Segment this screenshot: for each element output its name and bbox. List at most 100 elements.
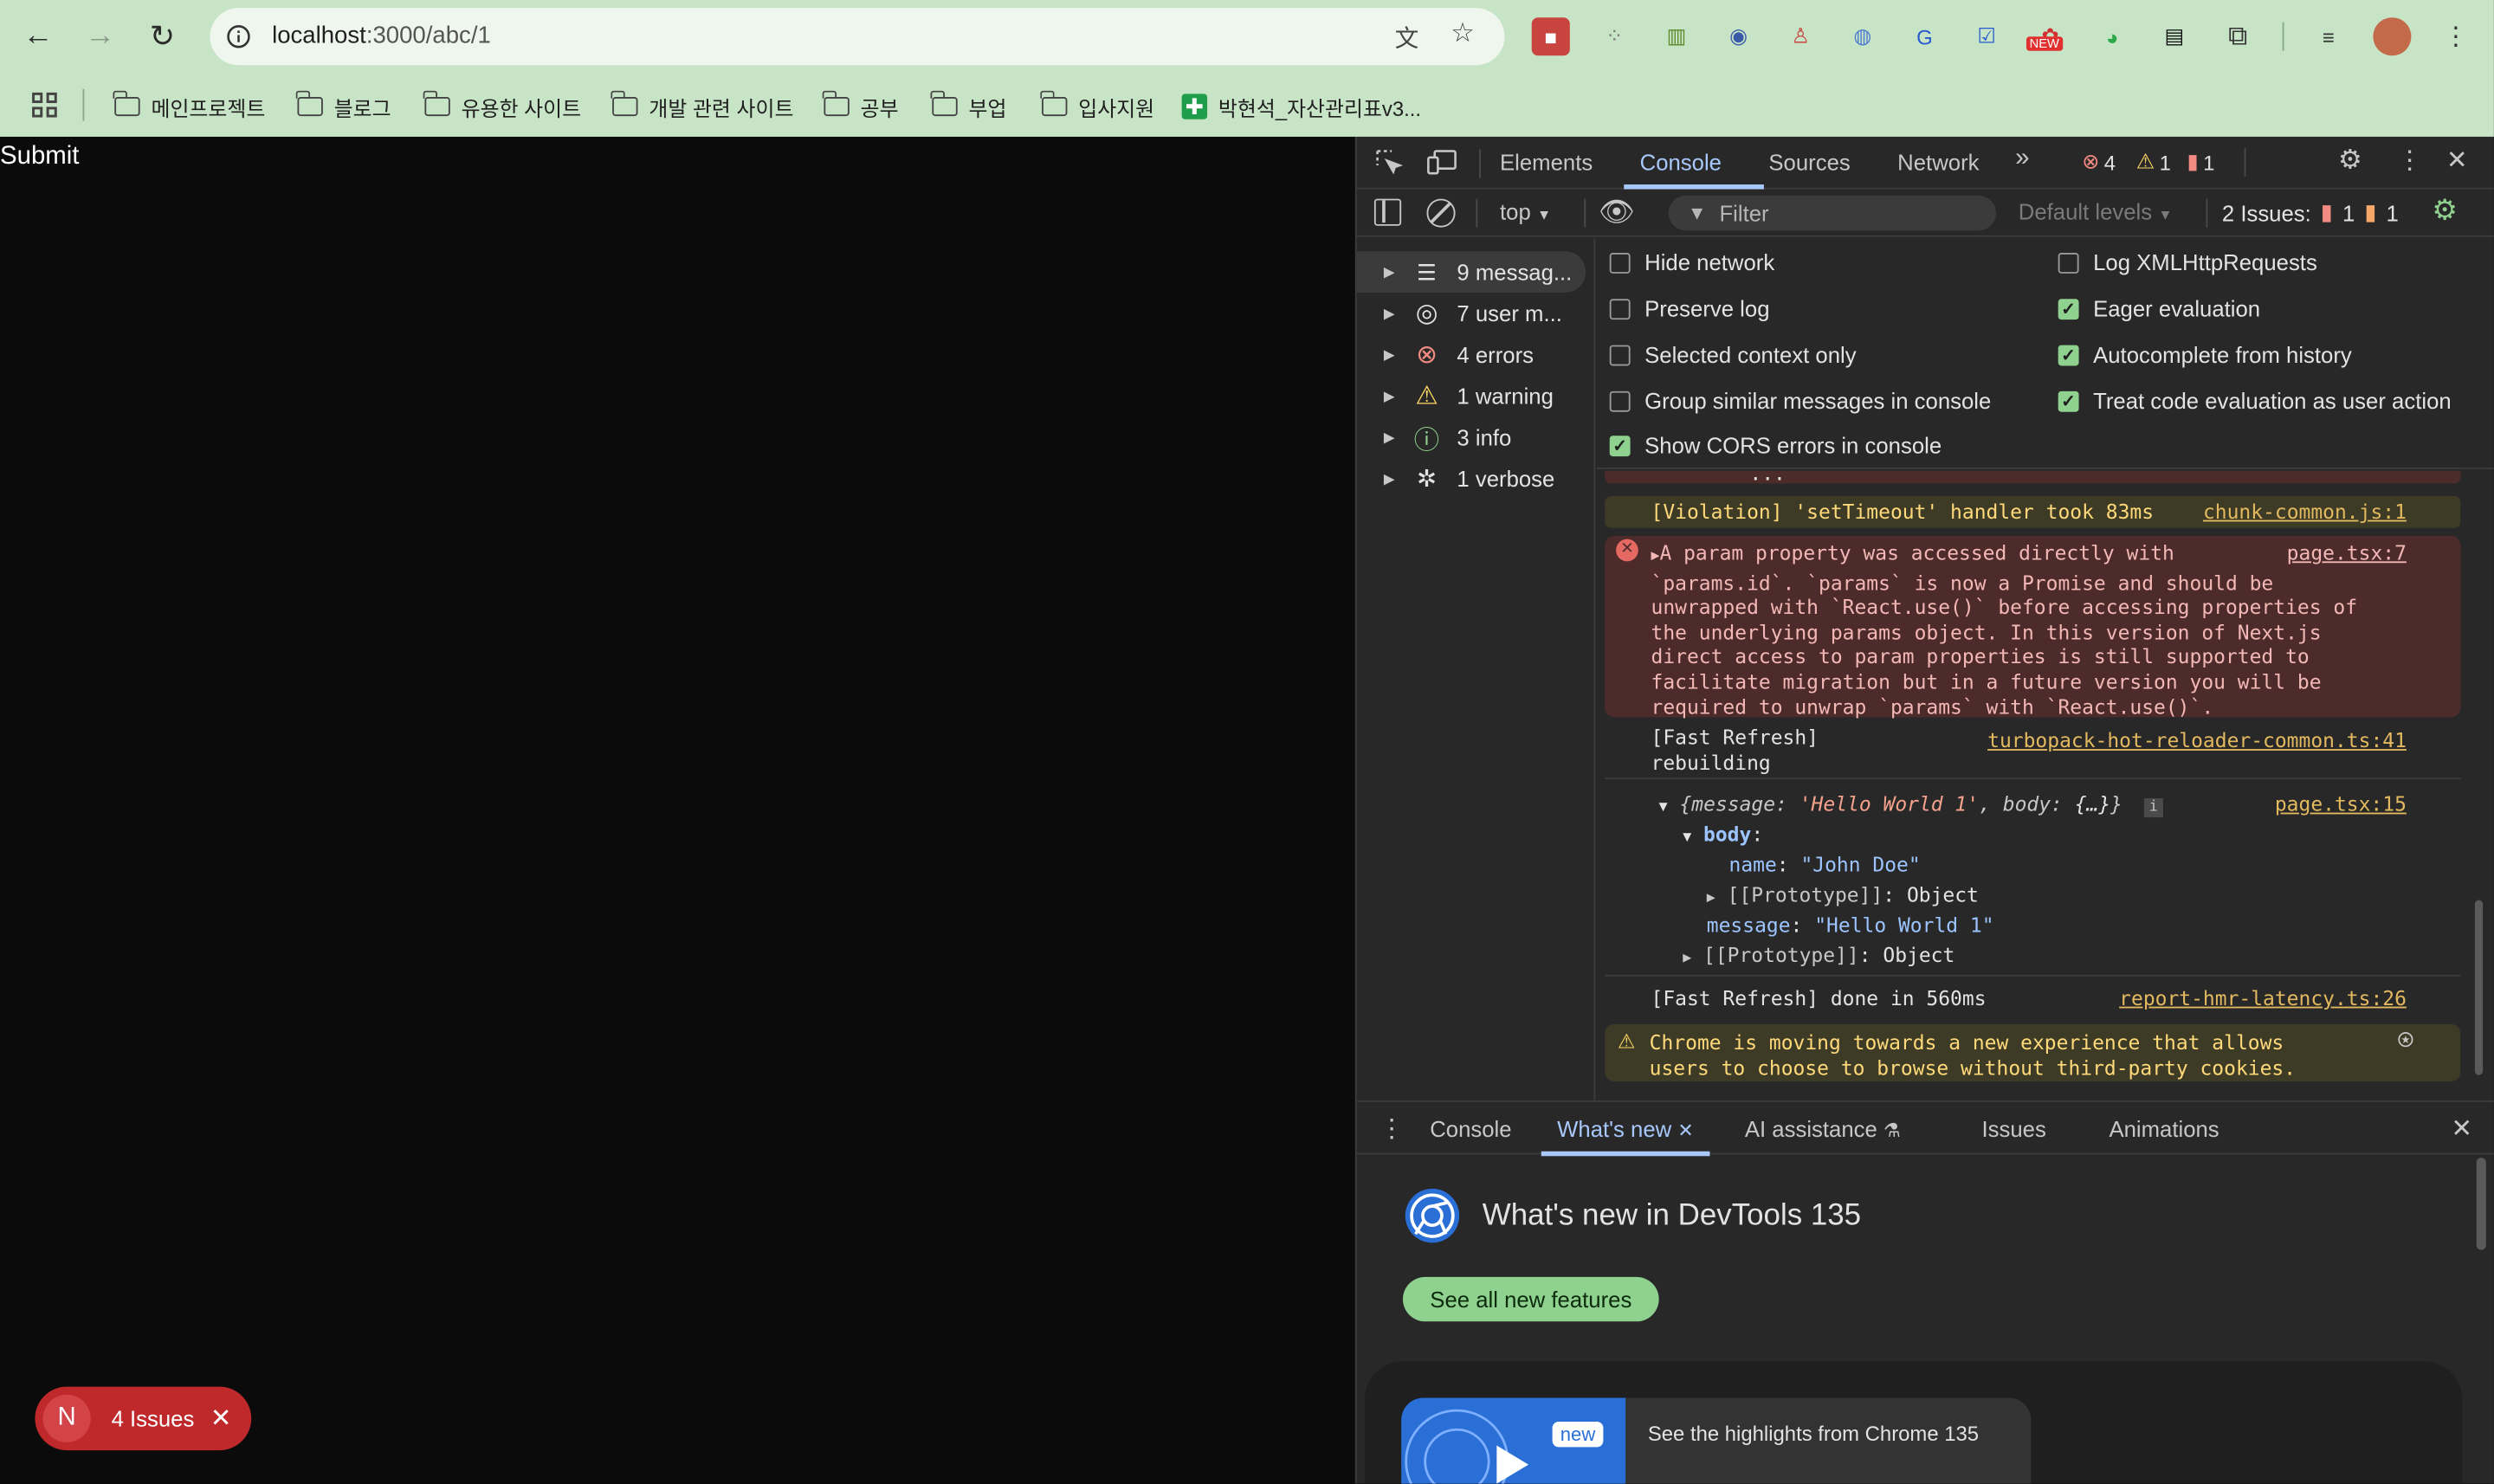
translate-icon[interactable]: 文 [1395,21,1419,55]
drawer-tab-whats-new[interactable]: What's new ✕ [1557,1116,1694,1141]
checkbox[interactable] [1609,390,1631,411]
bookmark-folder[interactable]: 메인프로젝트 [113,89,265,124]
bookmark-star-icon[interactable]: ☆ [1451,17,1475,49]
extension-icon[interactable]: ◍ [1844,17,1882,55]
tab-console[interactable]: Console [1640,150,1722,175]
translate-extension-icon[interactable]: G [1905,17,1943,55]
bookmark-folder[interactable]: 개발 관련 사이트 [611,89,793,124]
chrome-menu-icon[interactable]: ⋮ [2437,17,2475,55]
checkbox-checked[interactable]: ✓ [2058,390,2079,411]
log-levels-dropdown[interactable]: Default levels ▼ [2019,199,2173,224]
collapse-arrow-icon[interactable]: ▼ [1683,830,1691,846]
source-link[interactable]: turbopack-hot-reloader-common.ts:41 [1987,728,2407,753]
sidebar-item-user-messages[interactable]: ▶ ◎ 7 user m... [1357,293,1596,334]
expand-arrow-icon[interactable]: ▶ [1384,305,1397,322]
close-icon[interactable]: ✕ [210,1403,232,1435]
sidebar-item-info[interactable]: ▶ ⓘ 3 info [1357,416,1596,458]
source-link[interactable]: chunk-common.js:1 [2203,500,2407,524]
expand-arrow-icon[interactable]: ▶ [1384,345,1397,363]
drawer-tab-console[interactable]: Console [1430,1116,1511,1141]
issues-counter[interactable]: 2 Issues: ▮ 1 ▮ 1 [2222,199,2399,226]
bookmark-link[interactable]: ✚ 박현석_자산관리표v3... [1181,89,1421,124]
extensions-puzzle-icon[interactable]: ⧉ [2219,17,2257,55]
extension-icon[interactable]: ▤ [2155,17,2194,55]
see-all-features-button[interactable]: See all new features [1402,1276,1659,1322]
checkbox-extension-icon[interactable]: ☑ [1967,17,2006,55]
error-count[interactable]: ⊗ 4 [2082,150,2116,175]
device-toolbar-icon[interactable] [1427,148,1459,177]
expand-arrow-icon[interactable]: ▶ [1384,470,1397,487]
checkbox[interactable] [1609,252,1631,273]
inspect-element-icon[interactable] [1374,148,1404,177]
highlights-text[interactable]: See the highlights from Chrome 135 [1648,1422,1979,1446]
bookmark-folder[interactable]: 블로그 [296,89,391,124]
option-selected-context-only[interactable]: Selected context only [1609,342,1857,367]
back-button[interactable]: ← [16,15,60,59]
expand-arrow-icon[interactable]: ▶ [1707,891,1715,907]
more-options-icon[interactable]: ⋮ [2397,145,2422,177]
extension-icon[interactable]: ■ [1531,17,1570,56]
info-icon[interactable]: i [2143,798,2163,818]
option-hide-network[interactable]: Hide network [1609,249,1774,275]
close-devtools-icon[interactable]: ✕ [2446,145,2468,177]
video-thumbnail[interactable]: new [1401,1397,1626,1484]
drawer-tab-ai-assistance[interactable]: AI assistance ⚗ [1745,1116,1901,1141]
issues-count[interactable]: ▮ 1 [2187,150,2214,175]
tab-sources[interactable]: Sources [1768,150,1850,175]
expand-arrow-icon[interactable]: ▶ [1384,429,1397,446]
drawer-tab-animations[interactable]: Animations [2109,1116,2219,1141]
checkbox[interactable] [1609,344,1631,365]
filter-input[interactable]: ▼ Filter [1668,195,1997,231]
nextjs-issues-badge[interactable]: N 4 Issues ✕ [35,1386,252,1451]
extension-icon[interactable]: ▥ [1657,17,1696,55]
checkbox-checked[interactable]: ✓ [2058,298,2079,319]
profile-avatar[interactable] [2373,17,2412,56]
warning-count[interactable]: ⚠ 1 [2136,150,2171,175]
url-text[interactable]: localhost:3000/abc/1 [272,23,491,49]
source-link[interactable]: report-hmr-latency.ts:26 [2119,986,2407,1010]
sidebar-item-warnings[interactable]: ▶ ⚠ 1 warning [1357,375,1596,416]
close-tab-icon[interactable]: ✕ [1677,1119,1693,1142]
console-settings-gear-icon[interactable]: ⚙ [2432,194,2458,228]
option-preserve-log[interactable]: Preserve log [1609,296,1770,321]
option-treat-code-eval[interactable]: ✓ Treat code evaluation as user action [2058,388,2452,414]
extension-icon[interactable]: NEW✿ [2026,17,2069,55]
extension-icon[interactable]: ◕ [2093,17,2131,55]
sidebar-item-messages[interactable]: ▶ ☰ 9 messag... [1356,251,1586,293]
close-drawer-icon[interactable]: ✕ [2451,1113,2472,1145]
option-eager-evaluation[interactable]: ✓ Eager evaluation [2058,296,2260,321]
option-show-cors-errors[interactable]: ✓ Show CORS errors in console [1609,433,1942,458]
extension-icon[interactable]: ♙ [1781,17,1819,55]
clear-console-icon[interactable] [1426,198,1456,228]
bookmark-folder[interactable]: 부업 [931,89,1006,124]
tab-network[interactable]: Network [1897,150,1979,175]
address-bar[interactable]: localhost:3000/abc/1 文 ☆ [210,8,1505,66]
option-autocomplete-history[interactable]: ✓ Autocomplete from history [2058,342,2352,367]
expand-arrow-icon[interactable]: ▶ [1384,387,1397,404]
tab-elements[interactable]: Elements [1500,150,1593,175]
cookie-icon[interactable]: ⍟ [2399,1028,2413,1054]
settings-gear-icon[interactable]: ⚙ [2338,145,2362,177]
context-selector[interactable]: top ▼ [1500,199,1551,224]
live-expression-eye-icon[interactable]: 👁 [1599,196,1635,229]
apps-grid-icon[interactable] [30,91,59,119]
source-link[interactable]: page.tsx:7 [2287,540,2407,565]
drawer-scrollbar[interactable] [2476,1158,2486,1250]
more-tabs-icon[interactable]: » [2015,145,2029,173]
reload-button[interactable]: ↻ [140,15,184,59]
drawer-tab-issues[interactable]: Issues [1982,1116,2046,1141]
collapse-arrow-icon[interactable]: ▼ [1659,800,1668,816]
source-link[interactable]: page.tsx:15 [2275,789,2407,819]
reading-list-icon[interactable]: ≡ [2310,17,2348,55]
submit-button[interactable]: Submit [0,143,79,171]
console-scrollbar[interactable] [2474,900,2484,1075]
expand-arrow-icon[interactable]: ▶ [1384,263,1397,281]
extension-icon[interactable]: ⁘ [1595,17,1633,55]
checkbox[interactable] [1609,298,1631,319]
checkbox-checked[interactable]: ✓ [2058,344,2079,365]
drawer-menu-icon[interactable]: ⋮ [1379,1113,1404,1145]
bookmark-folder[interactable]: 유용한 사이트 [423,89,581,124]
option-group-similar[interactable]: Group similar messages in console [1609,388,1991,414]
bookmark-folder[interactable]: 입사지원 [1040,89,1154,124]
object-prototype-row[interactable]: ▶ [[Prototype]]: Object [1683,939,1954,974]
